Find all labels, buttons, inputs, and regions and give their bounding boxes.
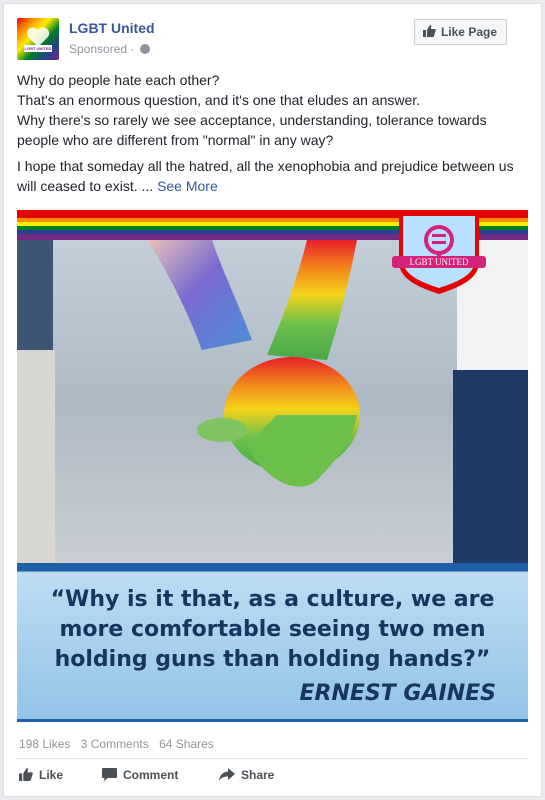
quote-text: “Why is it that, as a culture, we are mo… <box>31 585 514 675</box>
page-name-link[interactable]: LGBT United <box>69 20 155 36</box>
globe-icon <box>139 44 150 54</box>
post-line: Why there's so rarely we see acceptance,… <box>17 112 487 148</box>
post-paragraph-group: Why do people hate each other? That's an… <box>17 70 527 150</box>
thumbs-up-icon <box>19 768 33 781</box>
quote-line: more comfortable seeing two men <box>59 617 486 642</box>
like-label: Like <box>39 768 64 782</box>
share-arrow-icon <box>219 768 235 781</box>
comments-count[interactable]: 3 Comments <box>81 737 149 751</box>
share-label: Share <box>241 768 275 782</box>
like-page-label: Like Page <box>440 25 497 39</box>
comment-label: Comment <box>123 768 179 782</box>
like-page-button[interactable]: Like Page <box>413 19 507 45</box>
post-line: Why do people hate each other? <box>17 72 220 88</box>
quote-line: “Why is it that, as a culture, we are <box>50 587 495 612</box>
holding-hands-photo: LGBT UNITED <box>17 210 528 563</box>
sponsored-text: Sponsored <box>69 42 128 56</box>
comment-button[interactable]: Comment <box>102 768 178 782</box>
post-line: That's an enormous question, and it's on… <box>17 92 421 108</box>
quote-banner: “Why is it that, as a culture, we are mo… <box>17 563 528 722</box>
post-paragraph: I hope that someday all the hatred, all … <box>17 156 527 196</box>
like-button[interactable]: Like <box>19 768 63 782</box>
sponsored-label: Sponsored · <box>69 42 150 56</box>
post-header: LGBT UNITED LGBT United Sponsored · Like… <box>17 18 528 62</box>
divider <box>17 758 528 759</box>
post-text: Why do people hate each other? That's an… <box>17 70 527 196</box>
post-image[interactable]: LGBT UNITED “Why is it that, as a cultur… <box>17 210 528 722</box>
thumbs-up-icon <box>422 25 436 37</box>
avatar-tag: LGBT UNITED <box>24 45 52 52</box>
post-stats: 198 Likes 3 Comments 64 Shares <box>19 737 221 751</box>
quote-author: ERNEST GAINES <box>299 681 496 706</box>
quote-line: holding guns than holding hands?” <box>54 647 491 672</box>
see-more-link[interactable]: See More <box>157 178 218 194</box>
likes-count[interactable]: 198 Likes <box>19 737 70 751</box>
logo-text: LGBT UNITED <box>409 257 469 267</box>
post-card: LGBT UNITED LGBT United Sponsored · Like… <box>3 3 542 797</box>
page-avatar[interactable]: LGBT UNITED <box>17 18 59 60</box>
comment-icon <box>102 768 117 781</box>
post-line: I hope that someday all the hatred, all … <box>17 158 514 194</box>
shares-count[interactable]: 64 Shares <box>159 737 214 751</box>
photo-illustration: LGBT UNITED <box>17 210 528 563</box>
share-button[interactable]: Share <box>219 768 274 782</box>
